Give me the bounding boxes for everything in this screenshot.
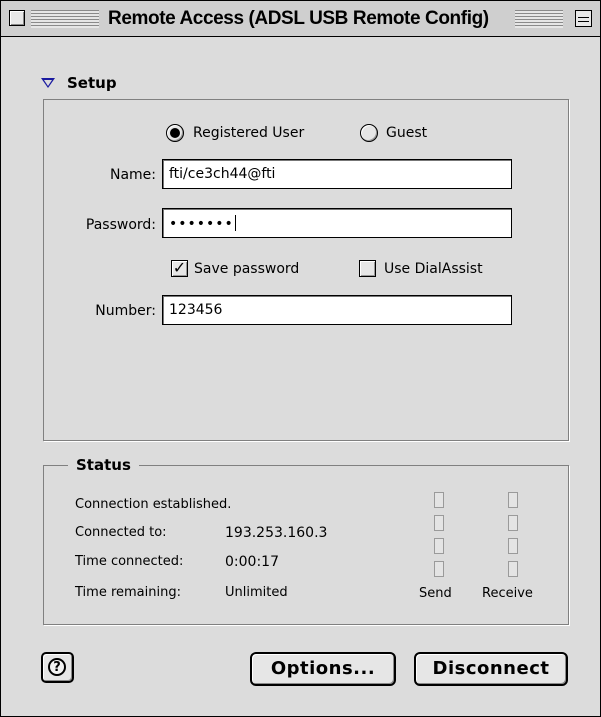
time-connected-label: Time connected: (75, 554, 184, 569)
help-icon: ? (48, 658, 66, 676)
send-led (434, 538, 444, 554)
password-label: Password: (85, 217, 156, 233)
registered-user-label[interactable]: Registered User (193, 125, 304, 141)
send-led (434, 515, 444, 531)
name-label: Name: (109, 167, 156, 183)
send-led (434, 561, 444, 577)
registered-user-radio[interactable] (166, 124, 184, 142)
options-button[interactable]: Options... (250, 652, 396, 686)
send-label: Send (419, 586, 452, 601)
title-bar-stripes-right (515, 10, 563, 28)
guest-label[interactable]: Guest (386, 125, 427, 141)
guest-radio[interactable] (360, 124, 378, 142)
save-password-label[interactable]: Save password (194, 261, 299, 277)
password-value: ••••••• (169, 216, 234, 232)
time-connected-value: 0:00:17 (225, 554, 279, 570)
title-bar[interactable]: Remote Access (ADSL USB Remote Config) (1, 1, 600, 37)
status-group-box (43, 465, 569, 625)
zoom-box-icon[interactable] (575, 10, 592, 27)
remote-access-window: Remote Access (ADSL USB Remote Config) S… (0, 0, 601, 717)
help-button[interactable]: ? (41, 652, 74, 683)
time-remaining-value: Unlimited (225, 585, 288, 600)
close-box-icon[interactable] (9, 10, 25, 26)
status-label: Status (68, 456, 139, 474)
number-label: Number: (95, 303, 156, 319)
setup-group-box (43, 99, 569, 441)
use-dialassist-checkbox[interactable] (359, 260, 376, 277)
receive-led (508, 538, 518, 554)
password-field[interactable]: ••••••• (162, 208, 512, 238)
receive-label: Receive (482, 586, 533, 601)
connected-to-label: Connected to: (75, 525, 167, 540)
disclosure-triangle-icon[interactable] (41, 78, 55, 88)
disconnect-button[interactable]: Disconnect (414, 652, 568, 686)
text-caret (234, 215, 236, 231)
receive-led (508, 561, 518, 577)
setup-disclosure[interactable]: Setup (41, 74, 117, 92)
window-title: Remote Access (ADSL USB Remote Config) (104, 8, 493, 30)
receive-led (508, 492, 518, 508)
name-field[interactable]: fti/ce3ch44@fti (162, 159, 512, 189)
receive-led (508, 515, 518, 531)
use-dialassist-label[interactable]: Use DialAssist (384, 261, 483, 277)
title-bar-stripes-left (31, 10, 99, 28)
setup-label: Setup (67, 74, 117, 92)
send-led (434, 492, 444, 508)
time-remaining-label: Time remaining: (75, 585, 181, 600)
save-password-checkbox[interactable]: ✓ (171, 260, 188, 277)
connected-to-value: 193.253.160.3 (225, 525, 328, 541)
number-field[interactable]: 123456 (162, 295, 512, 325)
connection-message: Connection established. (75, 497, 232, 512)
